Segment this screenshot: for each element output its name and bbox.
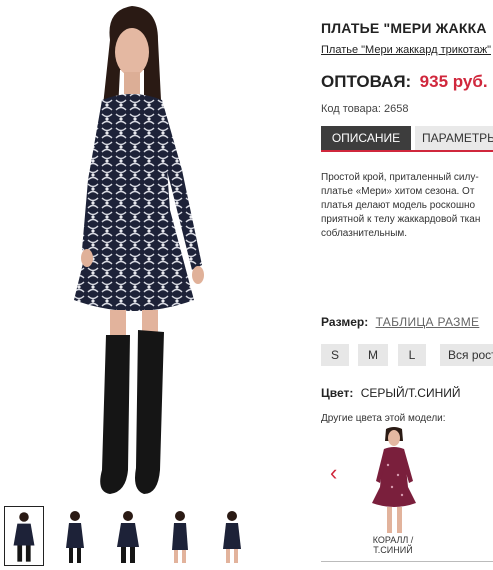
color-label: Цвет:: [321, 386, 354, 400]
price-label: ОПТОВАЯ:: [321, 72, 412, 91]
color-value: СЕРЫЙ/Т.СИНИЙ: [360, 386, 461, 400]
product-description: Простой крой, приталенный силу- платье «…: [321, 171, 493, 241]
size-option-all-heights[interactable]: Вся рост: [440, 344, 493, 366]
tab-description[interactable]: ОПИСАНИЕ: [321, 126, 411, 150]
thumbnail-4[interactable]: [160, 506, 200, 566]
product-subtitle-link[interactable]: Платье "Мери жаккард трикотаж": [321, 44, 491, 56]
thumbnail-strip: [0, 503, 300, 570]
thumbnail-3[interactable]: [108, 506, 148, 566]
thumbnail-5[interactable]: [212, 506, 252, 566]
description-line: Простой крой, приталенный силу-: [321, 172, 479, 183]
description-line: платье «Мери» хитом сезона. От: [321, 186, 475, 197]
divider: [321, 561, 493, 562]
description-line: соблазнительным.: [321, 228, 408, 239]
tab-parameters[interactable]: ПАРАМЕТРЫ: [415, 126, 493, 150]
chevron-left-icon[interactable]: ‹: [330, 462, 337, 484]
description-line: приятной к телу жаккардовой ткан: [321, 214, 481, 225]
variant-label-line: Т.СИНИЙ: [373, 545, 413, 555]
variant-label-line: КОРАЛЛ /: [372, 535, 414, 545]
size-option-m[interactable]: M: [358, 344, 388, 366]
size-label: Размер:: [321, 315, 369, 329]
size-option-s[interactable]: S: [321, 344, 349, 366]
price-row: ОПТОВАЯ: 935 руб.: [321, 72, 488, 92]
main-product-image[interactable]: [44, 0, 220, 500]
size-row: Размер: ТАБЛИЦА РАЗМЕ: [321, 315, 479, 329]
thumbnail-2[interactable]: [55, 506, 95, 566]
product-tabs: ОПИСАНИЕ ПАРАМЕТРЫ: [321, 126, 493, 152]
price-value: 935 руб.: [419, 72, 488, 91]
product-sku: Код товара: 2658: [321, 103, 409, 115]
thumbnail-1[interactable]: [4, 506, 44, 566]
size-option-l[interactable]: L: [398, 344, 426, 366]
product-title: ПЛАТЬЕ "МЕРИ ЖАККА: [321, 20, 487, 36]
other-colors-label: Другие цвета этой модели:: [321, 413, 446, 424]
color-row: Цвет: СЕРЫЙ/Т.СИНИЙ: [321, 386, 461, 400]
description-line: платья делают модель роскошно: [321, 200, 476, 211]
color-variant-label[interactable]: КОРАЛЛ / Т.СИНИЙ: [360, 535, 426, 555]
size-table-link[interactable]: ТАБЛИЦА РАЗМЕ: [376, 315, 480, 329]
color-variant-image[interactable]: [366, 425, 422, 535]
